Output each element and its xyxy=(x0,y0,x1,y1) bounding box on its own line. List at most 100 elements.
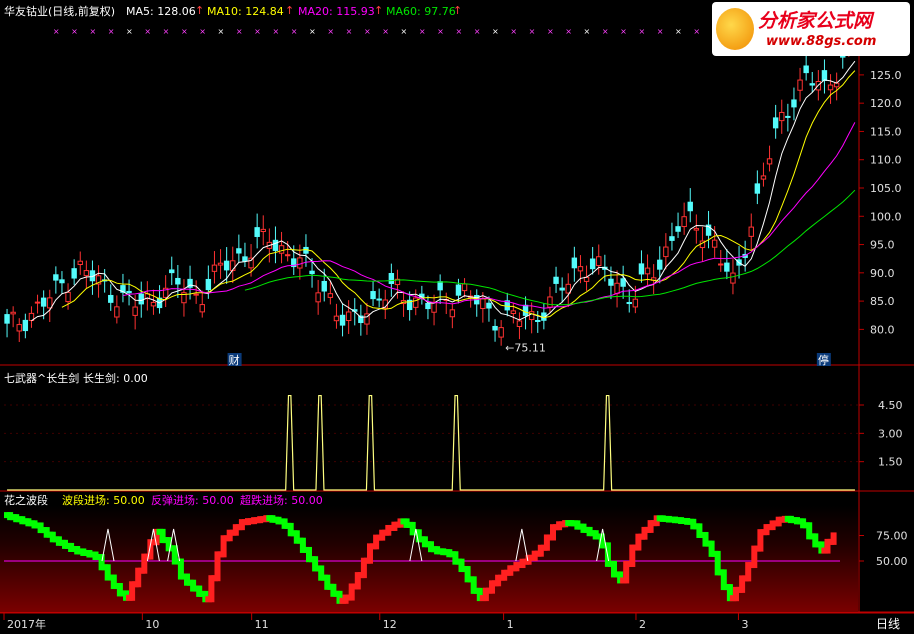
oversold-entry-label: 超跌进场: 50.00 xyxy=(240,494,323,507)
candle-body xyxy=(83,270,90,277)
top-signal-marker: × xyxy=(510,27,517,36)
candle-body xyxy=(663,246,669,258)
date-tick-label: 2 xyxy=(639,618,646,631)
top-signal-marker: × xyxy=(401,27,408,36)
date-tick-label: 2017年 xyxy=(7,617,46,631)
site-logo[interactable]: 分析家公式网 www.88gs.com xyxy=(712,2,910,56)
top-signal-marker: × xyxy=(272,27,279,36)
top-signal-marker: × xyxy=(437,27,444,36)
top-signal-marker: × xyxy=(638,27,645,36)
indicator1-tick-label: 4.50 xyxy=(878,399,903,412)
candle-body xyxy=(681,216,687,228)
candle-body xyxy=(711,239,718,248)
candle-body xyxy=(516,320,523,327)
ma10-label: MA10: 124.84 xyxy=(207,5,284,18)
candle-body xyxy=(114,306,120,318)
wave-step xyxy=(830,532,837,545)
candle-body xyxy=(425,302,431,310)
candle-body xyxy=(498,327,504,338)
candle-body xyxy=(614,282,620,294)
candle-body xyxy=(461,283,468,292)
ma20-label: MA20: 115.93 xyxy=(298,5,375,18)
top-signal-marker: × xyxy=(53,27,60,36)
top-signal-marker: × xyxy=(584,27,591,36)
candle-body xyxy=(791,99,797,108)
candle-body xyxy=(47,297,53,309)
top-signal-marker: × xyxy=(565,27,572,36)
candle-body xyxy=(718,263,724,266)
indicator1-tick-label: 3.00 xyxy=(878,427,903,440)
candle-body xyxy=(77,260,83,265)
candle-body xyxy=(370,291,376,300)
candle-body xyxy=(150,301,157,307)
candle-body xyxy=(687,201,693,212)
price-tick-label: 125.0 xyxy=(870,69,902,82)
candle-body xyxy=(724,262,730,272)
candle-body xyxy=(16,324,22,332)
price-tick-label: 100.0 xyxy=(870,210,902,223)
candle-body xyxy=(559,287,565,291)
top-signal-marker: × xyxy=(126,27,133,36)
candle-body xyxy=(644,267,651,275)
top-signal-marker: × xyxy=(181,27,188,36)
candle-body xyxy=(272,239,279,251)
candle-body xyxy=(754,183,761,194)
ma20-arrow: ↑ xyxy=(374,4,384,17)
candle-body xyxy=(620,278,626,287)
candle-body xyxy=(455,284,462,296)
candle-body xyxy=(632,298,639,308)
price-tick-label: 120.0 xyxy=(870,97,902,110)
top-signal-marker: × xyxy=(602,27,609,36)
candle-body xyxy=(809,83,815,86)
ma5-label: MA5: 128.06 xyxy=(126,5,196,18)
candle-body xyxy=(211,264,218,272)
candle-body xyxy=(748,226,754,237)
logo-emblem-icon xyxy=(716,8,754,50)
candle-body xyxy=(577,266,584,272)
candle-body xyxy=(278,245,285,254)
candle-body xyxy=(53,274,59,281)
top-signal-marker: × xyxy=(657,27,664,36)
candle-body xyxy=(547,296,553,308)
candle-body xyxy=(138,293,144,305)
candle-body xyxy=(449,309,456,318)
date-tick-label: 1 xyxy=(507,618,514,631)
candle-body xyxy=(431,301,437,313)
candle-body xyxy=(553,276,559,284)
candle-body xyxy=(333,315,340,322)
period-button[interactable]: 日线 xyxy=(876,617,900,631)
top-signal-marker: × xyxy=(693,27,700,36)
candle-body xyxy=(657,259,663,270)
candle-body xyxy=(779,111,785,122)
candle-body xyxy=(827,84,834,91)
candle-body xyxy=(242,256,248,262)
top-signal-marker: × xyxy=(620,27,627,36)
price-tick-label: 90.0 xyxy=(870,267,895,280)
top-signal-marker: × xyxy=(218,27,225,36)
candle-body xyxy=(492,325,498,331)
top-signal-marker: × xyxy=(529,27,536,36)
candle-body xyxy=(376,298,382,301)
candle-body xyxy=(730,272,736,284)
ma10-arrow: ↑ xyxy=(285,4,295,17)
candle-body xyxy=(486,302,492,309)
candle-body xyxy=(309,270,315,275)
indicator1-title: 七武器^长生剑 xyxy=(4,372,80,385)
rebound-entry-label: 反弹进场: 50.00 xyxy=(151,494,234,507)
candle-body xyxy=(608,278,614,286)
candle-body xyxy=(626,302,632,305)
candle-body xyxy=(388,273,395,285)
stock-chart: 80.0 85.0 90.0 95.0 100.0 105.0 110.0 115.0 120.… xyxy=(0,20,914,631)
top-signal-marker: × xyxy=(144,27,151,36)
top-signal-marker: × xyxy=(89,27,96,36)
candle-body xyxy=(199,304,205,313)
candle-body xyxy=(589,258,596,270)
indicator2-tick-label: 50.00 xyxy=(876,555,908,568)
candle-body xyxy=(193,293,199,296)
wave-entry-label: 波段进场: 50.00 xyxy=(62,494,145,507)
candle-body xyxy=(510,310,517,315)
candle-body xyxy=(803,65,809,74)
top-signal-marker: × xyxy=(547,27,554,36)
candle-body xyxy=(571,257,578,269)
candle-body xyxy=(65,291,71,303)
